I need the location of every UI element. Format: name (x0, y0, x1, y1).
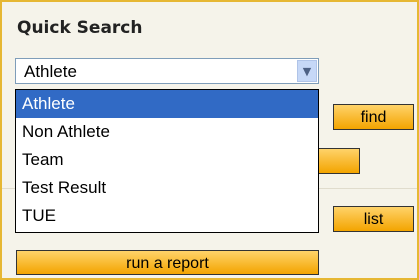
search-type-selected-value: Athlete (24, 62, 77, 81)
list-button[interactable]: list (333, 206, 414, 232)
option-tue[interactable]: TUE (16, 202, 318, 230)
search-type-dropdown-list: Athlete Non Athlete Team Test Result TUE (15, 89, 319, 233)
option-non-athlete[interactable]: Non Athlete (16, 118, 318, 146)
quick-search-title: Quick Search (17, 18, 143, 38)
option-team[interactable]: Team (16, 146, 318, 174)
left-border (0, 0, 2, 280)
quick-search-widget: Quick Search Athlete ▼ find list run a r… (0, 0, 419, 280)
chevron-down-icon[interactable]: ▼ (297, 60, 317, 82)
search-type-select[interactable]: Athlete ▼ (15, 58, 319, 84)
option-athlete[interactable]: Athlete (16, 90, 318, 118)
run-report-button[interactable]: run a report (16, 250, 319, 275)
option-test-result[interactable]: Test Result (16, 174, 318, 202)
find-button[interactable]: find (333, 104, 414, 130)
top-border (0, 0, 419, 2)
